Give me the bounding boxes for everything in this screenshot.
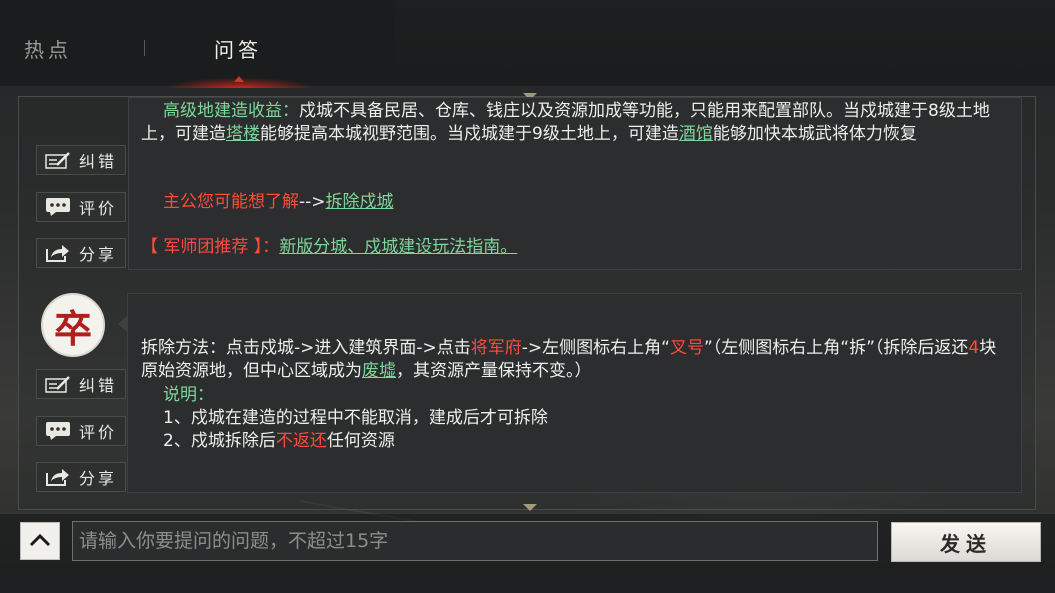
correct-button[interactable]: 纠错 [36,369,126,399]
related-label: 主公您可能想了解 [163,192,299,212]
share-icon [43,467,73,487]
review-label: 评价 [79,199,118,218]
answer-text: 能够加快本城武将体力恢复 [712,124,917,144]
tavern-link[interactable]: 酒馆 [679,124,713,144]
answer-text: ，其资源产量保持不变。） [396,361,592,381]
section-label: 高级地建造收益： [163,101,299,121]
note-text: 任何资源 [326,431,395,451]
answer-paragraph: 拆除方法：点击戍城->进入建筑界面->点击将军府->左侧图标右上角“叉号”（左侧… [141,337,1011,383]
share-button[interactable]: 分享 [36,238,126,268]
expand-button[interactable] [20,522,60,560]
answer-text: 拆除方法：点击戍城->进入建筑界面->点击 [141,338,471,358]
recommendation: 【 军师团推荐 】：新版分城、戍城建设玩法指南。 [141,236,517,259]
speech-pointer [118,316,127,332]
note-label: 说明： [163,385,214,405]
answer-text: ->左侧图标右上角“ [521,338,670,358]
ruins-link[interactable]: 废墟 [362,361,396,381]
tab-hot[interactable]: 热点 [24,34,72,63]
highlight-text: 叉号 [669,338,704,358]
correct-button[interactable]: 纠错 [36,145,126,175]
highlight-text: 4 [968,338,980,358]
review-button[interactable]: 评价 [36,192,126,222]
answer-card: 拆除方法：点击戍城->进入建筑界面->点击将军府->左侧图标右上角“叉号”（左侧… [127,293,1022,493]
answer-text: ”（左侧图标右上角“拆”（拆除后返还 [703,338,969,358]
note-item: 2、戍城拆除后不返还任何资源 [163,430,395,453]
avatar-character: 卒 [53,305,92,351]
edit-icon [43,374,73,394]
tab-qa[interactable]: 问答 [214,34,262,63]
question-input[interactable] [72,521,878,561]
related-topic: 主公您可能想了解-->拆除戍城 [163,191,394,214]
correct-label: 纠错 [79,152,118,171]
scroll-down-arrow-icon [523,504,537,511]
note-text: 2、戍城拆除后 [163,431,276,451]
send-button[interactable]: 发送 [891,522,1041,562]
answer-text: 能够提高本城视野范围。当戍城建于9级土地上，可建造 [260,124,679,144]
highlight-text: 不返还 [275,431,327,451]
answer-card: 高级地建造收益：戍城不具备民居、仓库、钱庄以及资源加成等功能，只能用来配置部队。… [128,97,1022,270]
share-button[interactable]: 分享 [36,462,126,492]
comment-icon [43,197,73,217]
comment-icon [43,421,73,441]
highlight-text: 将军府 [470,338,522,358]
answer-paragraph: 高级地建造收益：戍城不具备民居、仓库、钱庄以及资源加成等功能，只能用来配置部队。… [141,100,1011,146]
chevron-up-icon [29,532,51,551]
review-button[interactable]: 评价 [36,416,126,446]
advisor-avatar: 卒 [41,293,105,357]
edit-icon [43,150,73,170]
tab-divider [144,40,145,56]
demolish-link[interactable]: 拆除戍城 [326,192,394,212]
share-label: 分享 [79,469,118,488]
correct-label: 纠错 [79,376,118,395]
related-arrow: --> [299,192,326,212]
share-icon [43,243,73,263]
recommend-label: 【 军师团推荐 】： [141,237,280,257]
review-label: 评价 [79,423,118,442]
share-label: 分享 [79,245,118,264]
active-tab-marker [234,76,244,82]
note-item: 1、戍城在建造的过程中不能取消，建成后才可拆除 [163,408,548,428]
tower-link[interactable]: 塔楼 [226,124,260,144]
guide-link[interactable]: 新版分城、戍城建设玩法指南。 [279,237,517,257]
